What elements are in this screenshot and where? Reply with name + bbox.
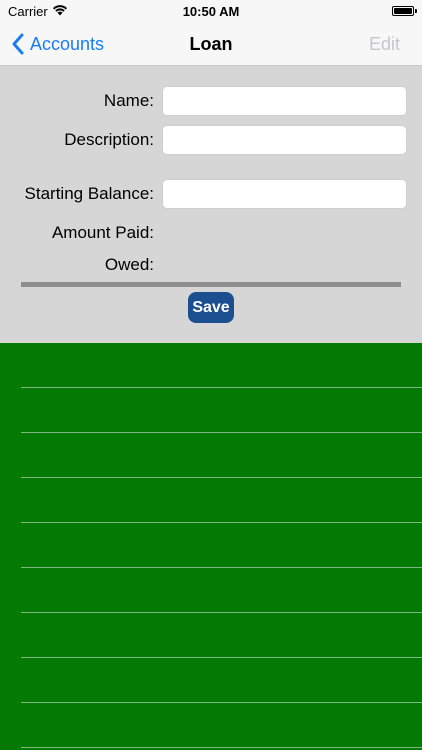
list-separator	[21, 567, 422, 568]
name-field[interactable]	[162, 86, 407, 116]
edit-button[interactable]: Edit	[369, 22, 400, 66]
starting-balance-label: Starting Balance:	[24, 184, 154, 203]
battery-icon	[392, 6, 414, 16]
payments-list[interactable]	[0, 343, 422, 750]
status-time: 10:50 AM	[182, 4, 240, 19]
amount-paid-label: Amount Paid:	[51, 223, 154, 242]
form-divider	[21, 282, 401, 287]
list-separator	[21, 702, 422, 703]
loan-form: Name: Description: Starting Balance: Amo…	[0, 66, 422, 343]
list-separator	[21, 477, 422, 478]
starting-balance-field[interactable]	[162, 179, 407, 209]
battery-tip	[415, 9, 417, 13]
description-field[interactable]	[162, 125, 407, 155]
name-label: Name:	[103, 91, 154, 110]
save-button[interactable]: Save	[188, 292, 234, 323]
list-separator	[21, 657, 422, 658]
description-label: Description:	[64, 130, 154, 149]
page-title: Loan	[189, 34, 233, 54]
status-bar: Carrier 10:50 AM	[0, 0, 422, 22]
navigation-bar: Accounts Loan Edit	[0, 22, 422, 66]
list-separator	[21, 522, 422, 523]
loan-screen: Carrier 10:50 AM Accounts Loan Edit Name…	[0, 0, 422, 750]
owed-label: Owed:	[104, 255, 154, 274]
list-separator	[21, 387, 422, 388]
list-separator	[21, 747, 422, 748]
list-separator	[21, 612, 422, 613]
list-separator	[21, 432, 422, 433]
